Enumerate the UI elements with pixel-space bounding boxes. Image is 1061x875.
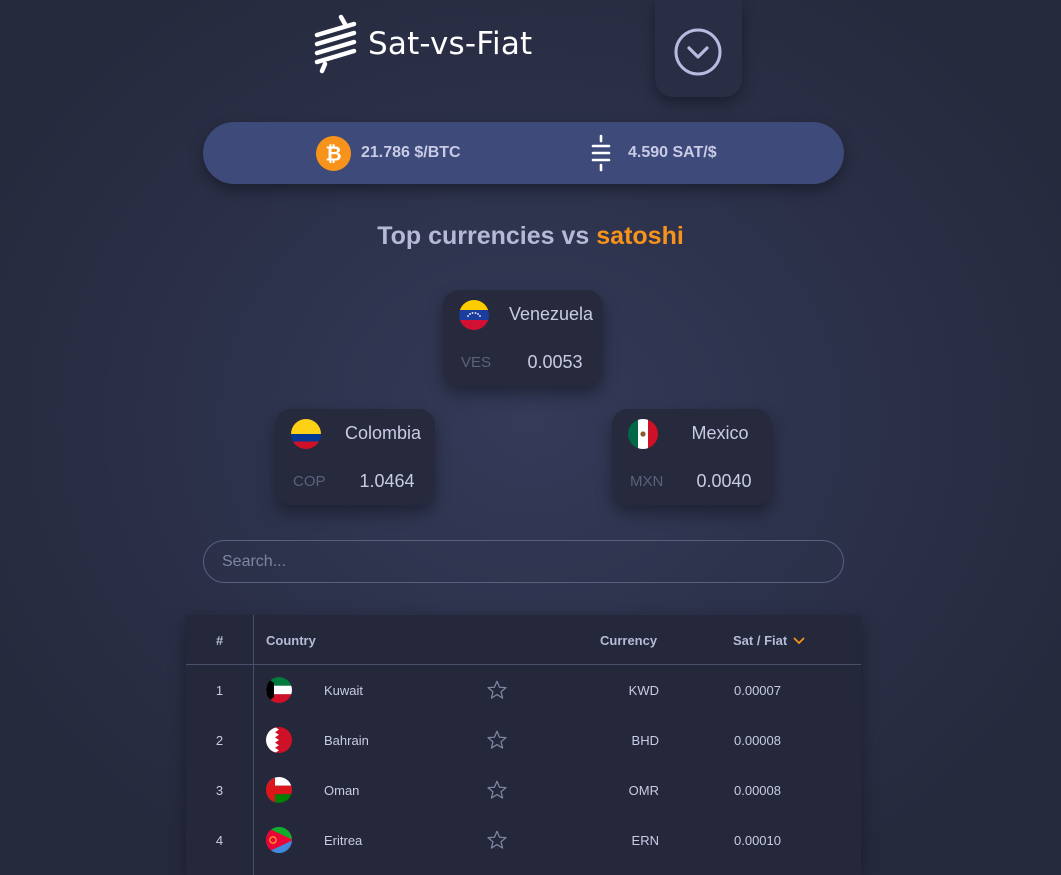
- row-country: Kuwait: [324, 683, 364, 698]
- card-country-name: Venezuela: [508, 304, 594, 324]
- row-country: Bahrain: [324, 733, 369, 748]
- satoshi-logo-icon: [314, 14, 357, 74]
- sort-down-icon: [793, 637, 805, 644]
- row-rank: 2: [215, 733, 224, 748]
- row-rank: 1: [215, 683, 224, 698]
- card-currency-code: MXN: [630, 473, 664, 490]
- search-input[interactable]: [220, 551, 824, 572]
- card-currency-value: 0.0040: [696, 471, 752, 491]
- row-currency: ERN: [631, 833, 659, 848]
- table-row[interactable]: 1 Kuwait KWD 0.00007: [186, 665, 861, 715]
- row-rank: 4: [215, 833, 224, 848]
- row-country: Oman: [324, 783, 360, 798]
- star-icon[interactable]: [486, 829, 508, 851]
- eritrea-flag-icon: [266, 827, 292, 853]
- row-sat-fiat: 0.00008: [734, 783, 781, 798]
- row-currency: BHD: [631, 733, 659, 748]
- card-currency-code: VES: [461, 354, 492, 371]
- card-country-name: Mexico: [691, 423, 749, 443]
- sat-per-dollar: 4.590 SAT/$: [628, 144, 717, 161]
- mexico-flag-icon: [628, 419, 658, 449]
- column-header-currency[interactable]: Currency: [600, 633, 657, 648]
- column-header-sat-fiat-label: Sat / Fiat: [733, 633, 788, 648]
- row-country: Eritrea: [324, 833, 363, 848]
- app-logo[interactable]: Sat-vs-Fiat: [312, 14, 532, 74]
- card-country-name: Colombia: [344, 423, 422, 443]
- colombia-flag-icon: [291, 419, 321, 449]
- row-sat-fiat: 0.00008: [734, 733, 781, 748]
- top-currency-card-venezuela[interactable]: Venezuela VES 0.0053: [443, 290, 603, 386]
- btc-price: 21.786 $/BTC: [361, 144, 461, 161]
- star-icon[interactable]: [486, 729, 508, 751]
- menu-toggle[interactable]: [655, 0, 742, 97]
- section-title-accent: satoshi: [596, 222, 684, 250]
- kuwait-flag-icon: [266, 677, 292, 703]
- btc-price-item: ₿ 21.786 $/BTC: [316, 122, 461, 184]
- venezuela-flag-icon: [459, 300, 489, 330]
- star-icon[interactable]: [486, 779, 508, 801]
- chevron-down-circle-icon[interactable]: [674, 28, 722, 76]
- card-currency-code: COP: [293, 473, 326, 490]
- row-sat-fiat: 0.00010: [734, 833, 781, 848]
- app-title: Sat-vs-Fiat: [368, 26, 533, 62]
- table-row[interactable]: 3 Oman OMR 0.00008: [186, 765, 861, 815]
- card-currency-value: 1.0464: [359, 471, 415, 491]
- row-currency: KWD: [628, 683, 659, 698]
- row-sat-fiat: 0.00007: [734, 683, 781, 698]
- star-icon[interactable]: [486, 679, 508, 701]
- row-currency: OMR: [628, 783, 659, 798]
- currency-table: # Country Currency Sat / Fiat 1 Kuwait K…: [186, 615, 861, 875]
- price-ticker: ₿ 21.786 $/BTC 4.590 SAT/$: [203, 122, 844, 184]
- search-box[interactable]: [203, 540, 844, 583]
- table-row[interactable]: 2 Bahrain BHD 0.00008: [186, 715, 861, 765]
- table-row[interactable]: 4 Eritrea ERN 0.00010: [186, 815, 861, 865]
- section-title-prefix: Top currencies vs: [377, 222, 590, 250]
- satoshi-icon: [591, 134, 611, 172]
- column-header-rank[interactable]: #: [216, 633, 223, 648]
- bitcoin-icon: ₿: [316, 135, 351, 171]
- svg-text:₿: ₿: [325, 141, 341, 165]
- bahrain-flag-icon: [266, 727, 292, 753]
- column-header-sat-fiat[interactable]: Sat / Fiat: [733, 633, 805, 648]
- top-currency-card-colombia[interactable]: Colombia COP 1.0464: [275, 409, 435, 505]
- section-title: Top currencies vs satoshi: [0, 222, 1061, 251]
- sat-per-dollar-item: 4.590 SAT/$: [590, 122, 717, 184]
- card-currency-value: 0.0053: [527, 352, 583, 372]
- column-header-country[interactable]: Country: [266, 633, 316, 648]
- oman-flag-icon: [266, 777, 292, 803]
- row-rank: 3: [215, 783, 224, 798]
- top-currency-card-mexico[interactable]: Mexico MXN 0.0040: [612, 409, 772, 505]
